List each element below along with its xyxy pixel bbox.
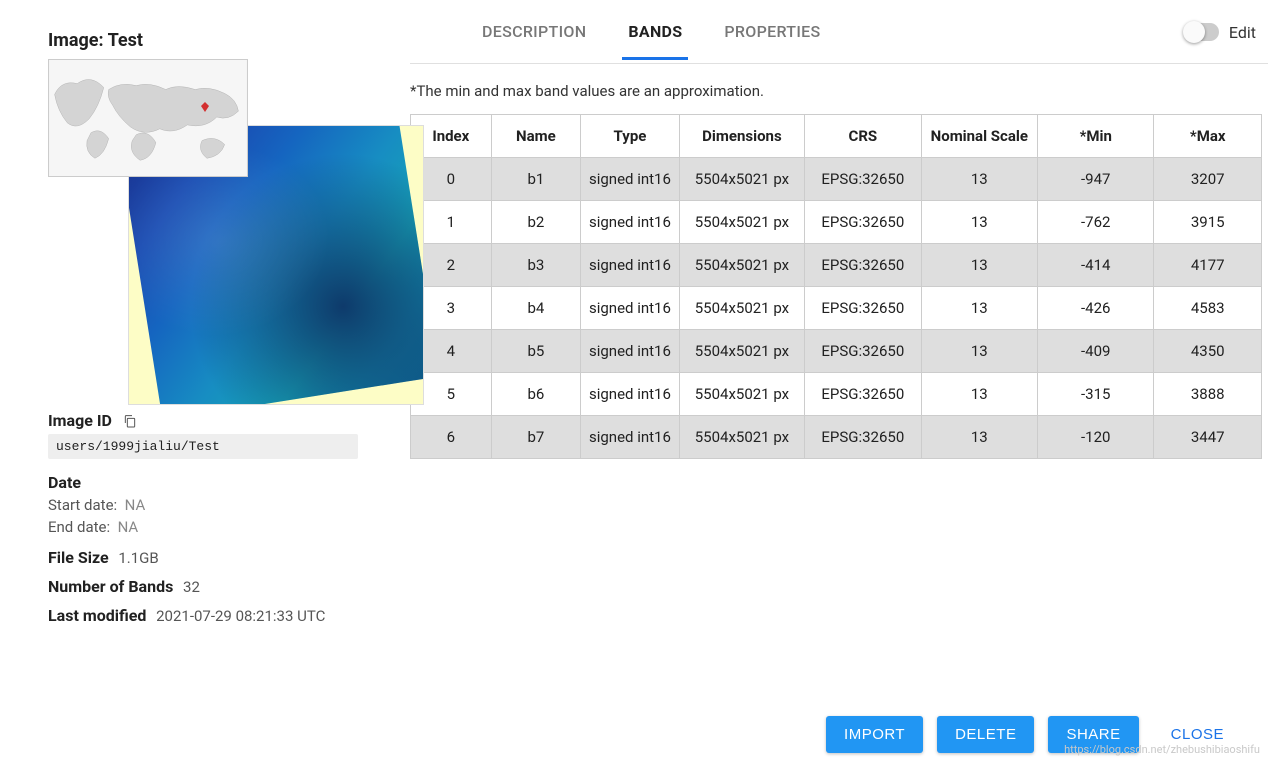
- col-header-name: Name: [491, 115, 581, 158]
- cell-crs: EPSG:32650: [805, 244, 921, 287]
- cell-type: signed int16: [581, 416, 680, 459]
- tab-description[interactable]: DESCRIPTION: [476, 4, 592, 60]
- last-modified-value: 2021-07-29 08:21:33 UTC: [156, 607, 325, 625]
- asset-details-sidebar: Image: Test: [0, 0, 410, 690]
- tab-bands[interactable]: BANDS: [622, 4, 688, 60]
- table-row: 0b1signed int165504x5021 pxEPSG:3265013-…: [411, 158, 1262, 201]
- image-id-value: users/1999jialiu/Test: [48, 434, 358, 459]
- col-header-type: Type: [581, 115, 680, 158]
- image-id-label: Image ID: [48, 411, 112, 430]
- bands-scroll-area[interactable]: *The min and max band values are an appr…: [410, 64, 1268, 690]
- cell-max: 3207: [1154, 158, 1262, 201]
- cell-dim: 5504x5021 px: [679, 416, 804, 459]
- cell-crs: EPSG:32650: [805, 373, 921, 416]
- cell-name: b3: [491, 244, 581, 287]
- cell-dim: 5504x5021 px: [679, 330, 804, 373]
- col-header-crs: CRS: [805, 115, 921, 158]
- cell-scale: 13: [921, 330, 1037, 373]
- tab-properties[interactable]: PROPERTIES: [718, 4, 826, 60]
- cell-scale: 13: [921, 287, 1037, 330]
- cell-min: -315: [1038, 373, 1154, 416]
- approximation-note: *The min and max band values are an appr…: [410, 82, 1262, 100]
- col-header-scale: Nominal Scale: [921, 115, 1037, 158]
- cell-name: b4: [491, 287, 581, 330]
- cell-scale: 13: [921, 244, 1037, 287]
- cell-type: signed int16: [581, 330, 680, 373]
- cell-dim: 5504x5021 px: [679, 373, 804, 416]
- edit-label: Edit: [1229, 23, 1256, 42]
- cell-type: signed int16: [581, 373, 680, 416]
- table-row: 1b2signed int165504x5021 pxEPSG:3265013-…: [411, 201, 1262, 244]
- table-row: 5b6signed int165504x5021 pxEPSG:3265013-…: [411, 373, 1262, 416]
- cell-max: 3447: [1154, 416, 1262, 459]
- bands-table: Index Name Type Dimensions CRS Nominal S…: [410, 114, 1262, 459]
- cell-min: -426: [1038, 287, 1154, 330]
- num-bands-label: Number of Bands: [48, 577, 173, 596]
- cell-type: signed int16: [581, 158, 680, 201]
- table-row: 4b5signed int165504x5021 pxEPSG:3265013-…: [411, 330, 1262, 373]
- cell-dim: 5504x5021 px: [679, 244, 804, 287]
- cell-dim: 5504x5021 px: [679, 201, 804, 244]
- cell-dim: 5504x5021 px: [679, 287, 804, 330]
- start-date-value: NA: [125, 496, 146, 514]
- cell-crs: EPSG:32650: [805, 330, 921, 373]
- asset-title: Image: Test: [48, 30, 385, 51]
- delete-button[interactable]: DELETE: [937, 716, 1034, 753]
- cell-scale: 13: [921, 158, 1037, 201]
- share-button[interactable]: SHARE: [1048, 716, 1138, 753]
- cell-min: -120: [1038, 416, 1154, 459]
- cell-name: b2: [491, 201, 581, 244]
- cell-type: signed int16: [581, 244, 680, 287]
- cell-dim: 5504x5021 px: [679, 158, 804, 201]
- cell-max: 3888: [1154, 373, 1262, 416]
- cell-type: signed int16: [581, 201, 680, 244]
- cell-scale: 13: [921, 373, 1037, 416]
- file-size-label: File Size: [48, 548, 109, 567]
- cell-name: b5: [491, 330, 581, 373]
- import-button[interactable]: IMPORT: [826, 716, 923, 753]
- cell-min: -414: [1038, 244, 1154, 287]
- table-header-row: Index Name Type Dimensions CRS Nominal S…: [411, 115, 1262, 158]
- cell-max: 4583: [1154, 287, 1262, 330]
- last-modified-label: Last modified: [48, 606, 146, 625]
- cell-min: -947: [1038, 158, 1154, 201]
- content-panel: DESCRIPTION BANDS PROPERTIES Edit *The m…: [410, 0, 1280, 690]
- end-date-label: End date:: [48, 518, 110, 536]
- date-heading: Date: [48, 473, 81, 492]
- cell-name: b6: [491, 373, 581, 416]
- cell-scale: 13: [921, 416, 1037, 459]
- cell-scale: 13: [921, 201, 1037, 244]
- table-row: 2b3signed int165504x5021 pxEPSG:3265013-…: [411, 244, 1262, 287]
- table-row: 6b7signed int165504x5021 pxEPSG:3265013-…: [411, 416, 1262, 459]
- num-bands-value: 32: [183, 578, 200, 596]
- col-header-min: *Min: [1038, 115, 1154, 158]
- thumbnail-area: [48, 59, 385, 399]
- cell-max: 4177: [1154, 244, 1262, 287]
- edit-toggle[interactable]: [1185, 23, 1219, 41]
- cell-crs: EPSG:32650: [805, 287, 921, 330]
- start-date-label: Start date:: [48, 496, 117, 514]
- cell-max: 3915: [1154, 201, 1262, 244]
- col-header-max: *Max: [1154, 115, 1262, 158]
- world-locator-map: [48, 59, 248, 177]
- cell-name: b1: [491, 158, 581, 201]
- cell-type: signed int16: [581, 287, 680, 330]
- file-size-value: 1.1GB: [118, 549, 158, 567]
- cell-name: b7: [491, 416, 581, 459]
- tabs-bar: DESCRIPTION BANDS PROPERTIES Edit: [410, 0, 1268, 64]
- end-date-value: NA: [118, 518, 139, 536]
- cell-min: -409: [1038, 330, 1154, 373]
- cell-index: 6: [411, 416, 492, 459]
- cell-crs: EPSG:32650: [805, 416, 921, 459]
- cell-crs: EPSG:32650: [805, 201, 921, 244]
- cell-min: -762: [1038, 201, 1154, 244]
- close-button[interactable]: CLOSE: [1153, 716, 1242, 753]
- cell-crs: EPSG:32650: [805, 158, 921, 201]
- copy-icon[interactable]: [122, 413, 138, 429]
- table-row: 3b4signed int165504x5021 pxEPSG:3265013-…: [411, 287, 1262, 330]
- col-header-dimensions: Dimensions: [679, 115, 804, 158]
- dialog-footer: IMPORT DELETE SHARE CLOSE: [0, 698, 1280, 770]
- cell-max: 4350: [1154, 330, 1262, 373]
